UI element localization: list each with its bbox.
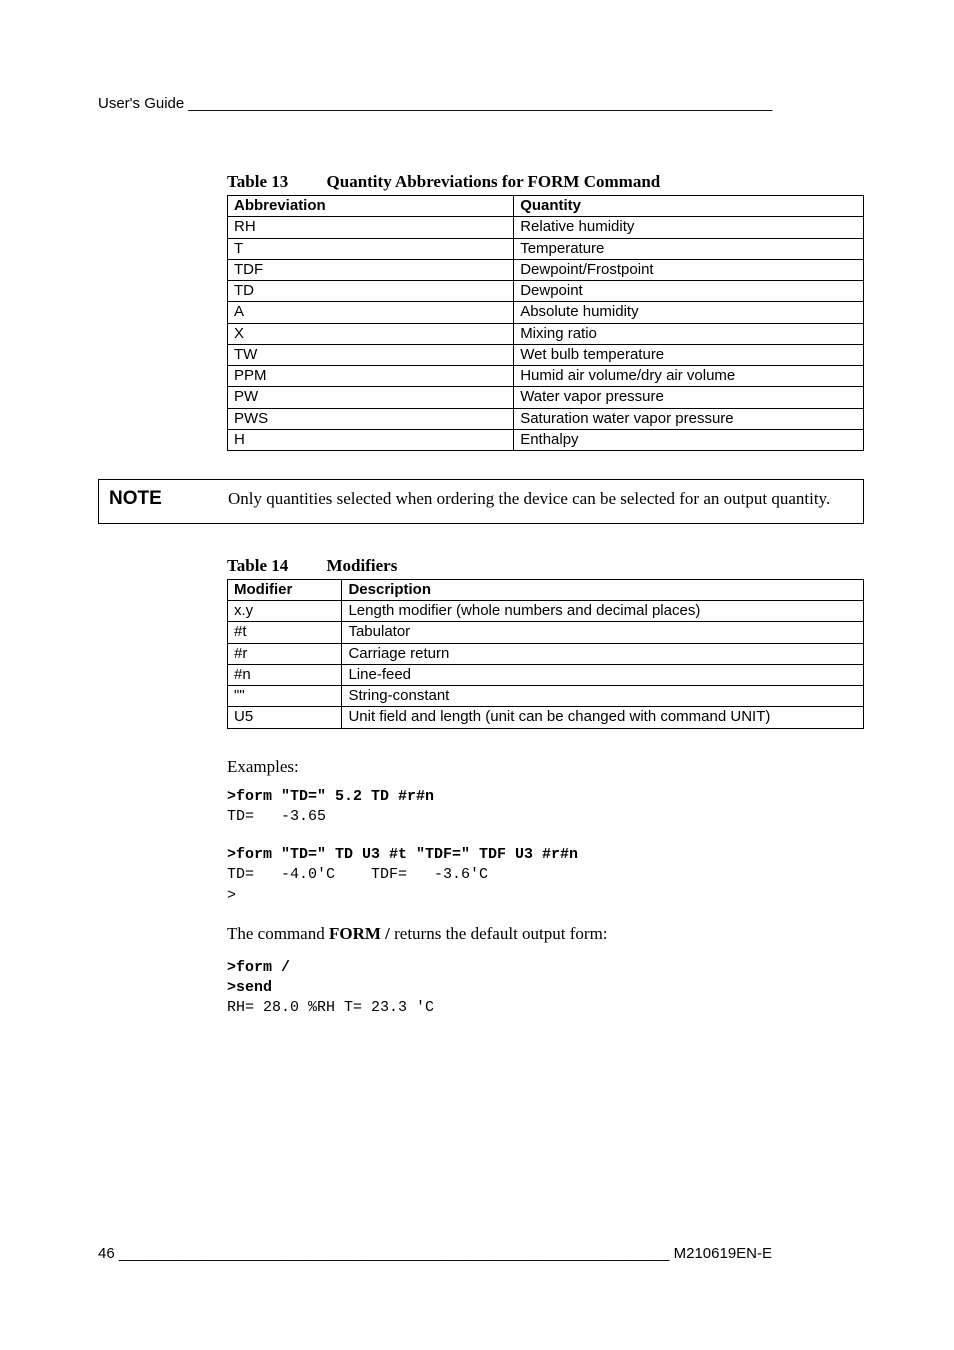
examples-heading: Examples: xyxy=(227,757,864,777)
code-cmd: >send xyxy=(227,979,272,996)
table-cell: PPM xyxy=(228,366,514,387)
table-cell: TW xyxy=(228,344,514,365)
table-cell: Line-feed xyxy=(342,664,864,685)
table-row: AAbsolute humidity xyxy=(228,302,864,323)
table-cell: Relative humidity xyxy=(514,217,864,238)
table-cell: #r xyxy=(228,643,342,664)
table-row: TDFDewpoint/Frostpoint xyxy=(228,259,864,280)
table-row: #tTabulator xyxy=(228,622,864,643)
table-cell: x.y xyxy=(228,601,342,622)
table-row: HEnthalpy xyxy=(228,429,864,450)
table-cell: #t xyxy=(228,622,342,643)
table13-caption-num: Table 13 xyxy=(227,172,288,191)
table-cell: PW xyxy=(228,387,514,408)
code-output: TD= -3.65 xyxy=(227,808,326,825)
code-block-3: >form / >send RH= 28.0 %RH T= 23.3 'C xyxy=(227,958,864,1019)
table13-caption: Table 13 Quantity Abbreviations for FORM… xyxy=(227,172,864,192)
table-row: #nLine-feed xyxy=(228,664,864,685)
table-cell: RH xyxy=(228,217,514,238)
table-cell: A xyxy=(228,302,514,323)
code-cmd: >form "TD=" 5.2 TD #r#n xyxy=(227,788,434,805)
table-row: ""String-constant xyxy=(228,686,864,707)
table-cell: Mixing ratio xyxy=(514,323,864,344)
code-block-1: >form "TD=" 5.2 TD #r#n TD= -3.65 xyxy=(227,787,864,828)
table-cell: T xyxy=(228,238,514,259)
code-cmd: >form / xyxy=(227,959,290,976)
code-output: TD= -4.0'C TDF= -3.6'C > xyxy=(227,866,488,903)
table-cell: H xyxy=(228,429,514,450)
table-cell: Humid air volume/dry air volume xyxy=(514,366,864,387)
table-cell: Wet bulb temperature xyxy=(514,344,864,365)
doc-id: M210619EN-E xyxy=(669,1245,772,1262)
table-row: RHRelative humidity xyxy=(228,217,864,238)
table-row: TDDewpoint xyxy=(228,281,864,302)
table-cell: Absolute humidity xyxy=(514,302,864,323)
table14-header-description: Description xyxy=(342,579,864,600)
table-cell: Dewpoint xyxy=(514,281,864,302)
table-row: TTemperature xyxy=(228,238,864,259)
table-cell: Temperature xyxy=(514,238,864,259)
table14-caption: Table 14 Modifiers xyxy=(227,556,864,576)
table-cell: TD xyxy=(228,281,514,302)
table-cell: Water vapor pressure xyxy=(514,387,864,408)
table-row: XMixing ratio xyxy=(228,323,864,344)
table-header-row: Abbreviation Quantity xyxy=(228,196,864,217)
table13-header-abbrev: Abbreviation xyxy=(228,196,514,217)
page-footer: 46 _____________________________________… xyxy=(98,1245,864,1262)
table13: Abbreviation Quantity RHRelative humidit… xyxy=(227,195,864,451)
table-cell: Saturation water vapor pressure xyxy=(514,408,864,429)
table-row: #rCarriage return xyxy=(228,643,864,664)
table-cell: Tabulator xyxy=(342,622,864,643)
note-body: Only quantities selected when ordering t… xyxy=(228,488,830,511)
page-number: 46 _____________________________________… xyxy=(98,1245,669,1262)
table-cell: #n xyxy=(228,664,342,685)
table-cell: TDF xyxy=(228,259,514,280)
table-header-row: Modifier Description xyxy=(228,579,864,600)
table-row: TWWet bulb temperature xyxy=(228,344,864,365)
table-row: x.yLength modifier (whole numbers and de… xyxy=(228,601,864,622)
running-header: User's Guide ___________________________… xyxy=(98,95,864,112)
code-output: RH= 28.0 %RH T= 23.3 'C xyxy=(227,999,434,1016)
table14-header-modifier: Modifier xyxy=(228,579,342,600)
table14-caption-num: Table 14 xyxy=(227,556,288,575)
table-row: U5Unit field and length (unit can be cha… xyxy=(228,707,864,728)
table-cell: Carriage return xyxy=(342,643,864,664)
table-cell: Length modifier (whole numbers and decim… xyxy=(342,601,864,622)
table-row: PWWater vapor pressure xyxy=(228,387,864,408)
code-block-2: >form "TD=" TD U3 #t "TDF=" TDF U3 #r#n … xyxy=(227,845,864,906)
table-cell: Enthalpy xyxy=(514,429,864,450)
table-cell: Unit field and length (unit can be chang… xyxy=(342,707,864,728)
mid-text-bold: FORM / xyxy=(329,924,390,943)
table-cell: U5 xyxy=(228,707,342,728)
mid-text-pre: The command xyxy=(227,924,329,943)
table14-caption-title: Modifiers xyxy=(327,556,398,575)
note-label: NOTE xyxy=(109,488,204,511)
table-cell: X xyxy=(228,323,514,344)
table-cell: PWS xyxy=(228,408,514,429)
note-box: NOTE Only quantities selected when order… xyxy=(98,479,864,524)
table-cell: String-constant xyxy=(342,686,864,707)
mid-paragraph: The command FORM / returns the default o… xyxy=(227,924,864,944)
table-cell: Dewpoint/Frostpoint xyxy=(514,259,864,280)
table13-header-quantity: Quantity xyxy=(514,196,864,217)
mid-text-post: returns the default output form: xyxy=(390,924,608,943)
table13-caption-title: Quantity Abbreviations for FORM Command xyxy=(327,172,661,191)
table-cell: "" xyxy=(228,686,342,707)
table14: Modifier Description x.yLength modifier … xyxy=(227,579,864,729)
code-cmd: >form "TD=" TD U3 #t "TDF=" TDF U3 #r#n xyxy=(227,846,578,863)
table-row: PWSSaturation water vapor pressure xyxy=(228,408,864,429)
table-row: PPMHumid air volume/dry air volume xyxy=(228,366,864,387)
